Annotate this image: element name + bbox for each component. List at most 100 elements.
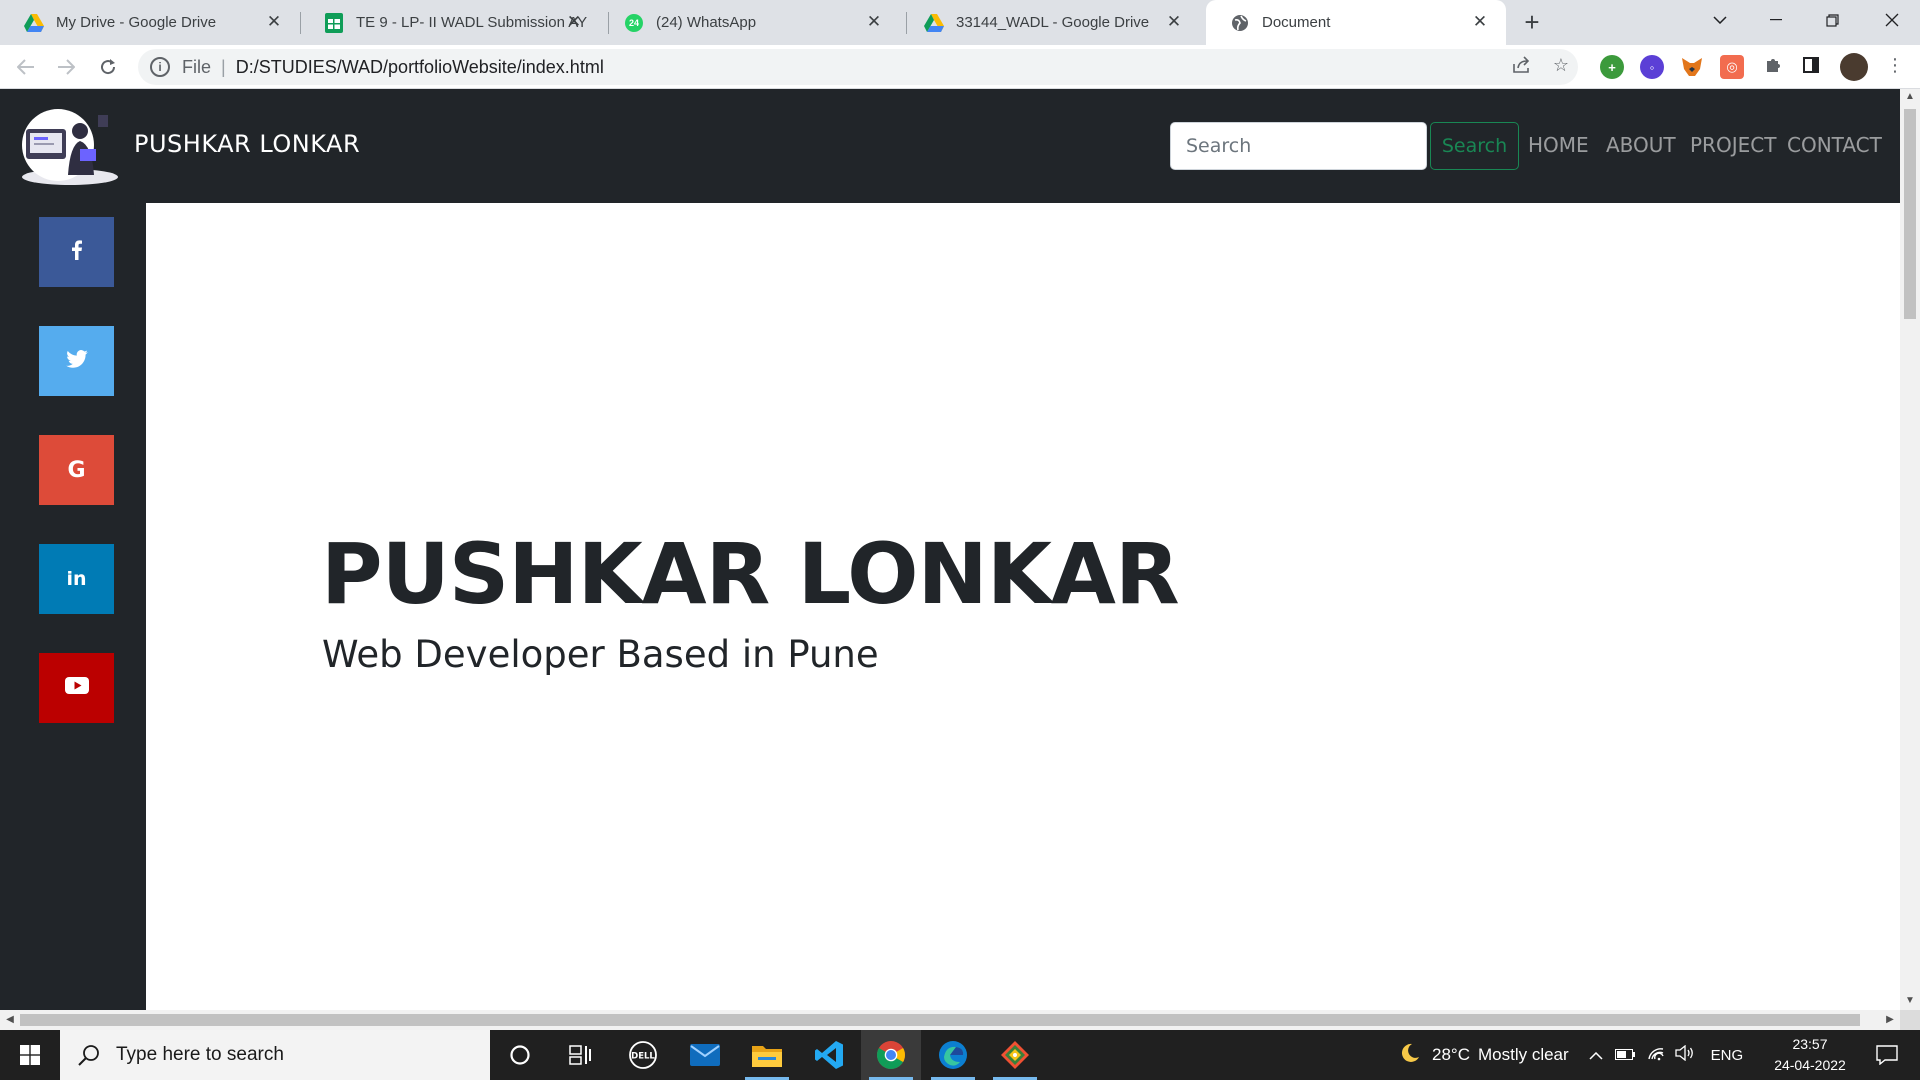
google-drive-icon [924,13,944,33]
taskbar-clock[interactable]: 23:57 24-04-2022 [1760,1034,1860,1076]
tab-whatsapp[interactable]: 24 (24) WhatsApp ✕ [600,0,900,45]
back-button[interactable] [10,51,42,83]
extension-plus-icon[interactable]: + [1600,55,1624,79]
weather-temperature[interactable]: 28°C [1432,1045,1470,1065]
extensions-puzzle-icon[interactable] [1762,54,1784,76]
cortana-icon[interactable] [490,1030,550,1080]
vertical-scrollbar[interactable]: ▲ ▼ [1900,89,1920,1010]
wifi-icon[interactable] [1647,1045,1665,1066]
extension-chat-icon[interactable]: ◦ [1640,55,1664,79]
notification-center-icon[interactable] [1862,1030,1912,1080]
linkedin-icon: in [66,568,87,590]
brand-name[interactable]: PUSHKAR LONKAR [134,130,360,158]
chevron-up-icon[interactable] [1589,1045,1603,1065]
profile-avatar[interactable] [1840,53,1868,81]
forward-button[interactable] [50,51,82,83]
social-sidebar: G in [0,203,146,1010]
bookmark-star-icon[interactable]: ☆ [1550,54,1572,76]
nav-link-contact[interactable]: CONTACT [1787,133,1882,157]
windows-taskbar: Type here to search DELL 28°C Mostly cle… [0,1030,1920,1080]
git-icon[interactable] [985,1030,1045,1080]
reload-button[interactable] [92,51,124,83]
twitter-link[interactable] [39,326,114,396]
new-tab-button[interactable]: + [1516,6,1548,38]
hero-subtitle: Web Developer Based in Pune [322,633,879,676]
scroll-down-arrow-icon[interactable]: ▼ [1900,995,1920,1006]
restore-button[interactable] [1804,0,1860,40]
browser-toolbar: i File | D:/STUDIES/WAD/portfolioWebsite… [0,45,1920,89]
minimize-button[interactable] [1748,0,1804,40]
edge-icon[interactable] [923,1030,983,1080]
facebook-link[interactable] [39,217,114,287]
extension-target-icon[interactable]: ◎ [1720,55,1744,79]
scroll-left-arrow-icon[interactable]: ◀ [0,1014,20,1025]
vscode-icon[interactable] [799,1030,859,1080]
scroll-right-arrow-icon[interactable]: ▶ [1880,1014,1900,1025]
url-text: D:/STUDIES/WAD/portfolioWebsite/index.ht… [235,56,604,77]
clock-date: 24-04-2022 [1774,1057,1846,1073]
scheme-label: File [182,56,212,77]
horizontal-scrollbar[interactable]: ◀ ▶ [0,1010,1900,1030]
close-window-button[interactable] [1864,0,1920,40]
site-navbar: PUSHKAR LONKAR Search HOME ABOUT PROJECT… [0,89,1900,203]
browser-tab-strip: My Drive - Google Drive ✕ TE 9 - LP- II … [0,0,1920,45]
battery-icon[interactable] [1614,1045,1635,1065]
info-icon[interactable]: i [150,57,170,77]
close-icon[interactable]: ✕ [262,10,286,34]
nav-link-project[interactable]: PROJECT [1690,133,1776,157]
close-icon[interactable]: ✕ [1468,10,1492,34]
globe-icon [1230,13,1250,33]
address-bar[interactable]: i File | D:/STUDIES/WAD/portfolioWebsite… [138,49,1578,85]
search-button[interactable]: Search [1430,122,1519,170]
search-icon [78,1045,99,1066]
google-sheets-icon [324,12,344,33]
google-link[interactable]: G [39,435,114,505]
start-button[interactable] [0,1030,60,1080]
nav-link-about[interactable]: ABOUT [1606,133,1676,157]
close-icon[interactable]: ✕ [1162,10,1186,34]
close-icon[interactable]: ✕ [862,10,886,34]
system-tray: 28°C Mostly clear ENG [1398,1030,1743,1080]
scrollbar-corner [1900,1010,1920,1030]
facebook-icon [71,239,82,265]
chrome-icon[interactable] [861,1030,921,1080]
metamask-fox-icon[interactable] [1680,55,1704,79]
tab-wadl-submission[interactable]: TE 9 - LP- II WADL Submission AY ✕ [300,0,600,45]
whatsapp-icon: 24 [624,13,644,33]
close-icon[interactable]: ✕ [562,10,586,34]
youtube-link[interactable] [39,653,114,723]
hero-title: PUSHKAR LONKAR [321,525,1180,623]
weather-condition[interactable]: Mostly clear [1478,1045,1569,1065]
file-explorer-icon[interactable] [737,1030,797,1080]
search-input[interactable] [1170,122,1427,170]
page-viewport: PUSHKAR LONKAR Search HOME ABOUT PROJECT… [0,89,1900,1010]
youtube-icon [64,677,89,699]
nav-link-home[interactable]: HOME [1528,133,1589,157]
linkedin-link[interactable]: in [39,544,114,614]
tab-search-button[interactable] [1692,0,1748,40]
brand-logo[interactable] [14,105,126,187]
menu-dots-icon[interactable]: ⋮ [1884,54,1906,76]
task-view-icon[interactable] [550,1030,610,1080]
clock-time: 23:57 [1792,1036,1828,1052]
google-drive-icon [24,13,44,33]
dell-icon[interactable]: DELL [613,1030,673,1080]
tab-33144-wadl[interactable]: 33144_WADL - Google Drive ✕ [900,0,1200,45]
language-indicator[interactable]: ENG [1711,1047,1744,1064]
tab-document[interactable]: Document ✕ [1206,0,1506,45]
taskbar-search-placeholder: Type here to search [116,1044,284,1065]
scheme-separator: | [221,56,226,77]
scrollbar-thumb[interactable] [20,1014,1860,1026]
svg-text:DELL: DELL [631,1052,655,1062]
weather-moon-icon[interactable] [1398,1041,1422,1070]
scrollbar-thumb[interactable] [1904,109,1916,319]
mail-icon[interactable] [675,1030,735,1080]
volume-icon[interactable] [1675,1044,1695,1066]
tab-my-drive[interactable]: My Drive - Google Drive ✕ [0,0,300,45]
share-icon[interactable] [1511,54,1533,76]
taskbar-search-box[interactable]: Type here to search [60,1030,490,1080]
scroll-up-arrow-icon[interactable]: ▲ [1900,91,1920,102]
twitter-icon [65,349,88,373]
google-icon: G [67,457,86,483]
side-panel-icon[interactable] [1800,54,1822,76]
